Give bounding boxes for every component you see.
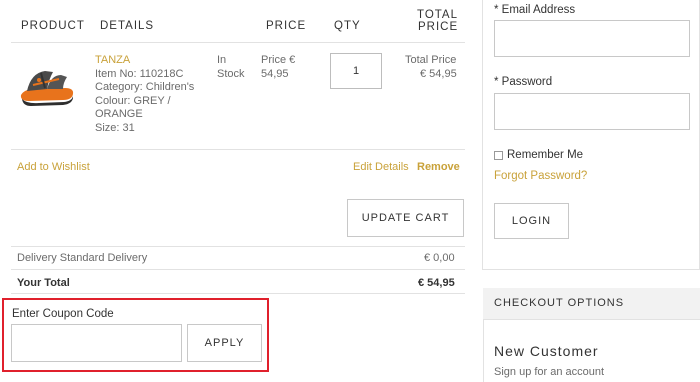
coupon-label: Enter Coupon Code: [12, 308, 114, 320]
header-divider: [11, 42, 465, 43]
apply-coupon-button[interactable]: APPLY: [187, 324, 262, 362]
email-field[interactable]: [494, 20, 690, 57]
update-cart-button[interactable]: UPDATE CART: [347, 199, 464, 237]
summary-divider-mid: [11, 269, 465, 270]
product-category: Category: Children's: [95, 81, 195, 93]
header-price: PRICE: [266, 20, 307, 32]
product-name-link[interactable]: TANZA: [95, 54, 130, 68]
header-details: DETAILS: [100, 20, 155, 32]
product-size: Size: 31: [95, 122, 135, 134]
remember-me-label[interactable]: Remember Me: [507, 149, 583, 161]
remove-link[interactable]: Remove: [417, 161, 460, 173]
header-total-line1: TOTAL: [417, 9, 458, 21]
new-customer-heading: New Customer: [494, 343, 599, 359]
stock-status-line1: In: [217, 54, 227, 66]
unit-price-line2: 54,95: [261, 68, 289, 80]
summary-divider-bottom: [11, 293, 465, 294]
coupon-code-input[interactable]: [11, 324, 182, 362]
total-label: Your Total: [17, 277, 70, 289]
password-label: * Password: [494, 76, 553, 88]
signup-text: Sign up for an account: [494, 366, 605, 378]
product-item-no: Item No: 110218C: [95, 68, 184, 80]
remember-me-checkbox[interactable]: [494, 151, 503, 160]
header-total-line2: PRICE: [418, 21, 459, 33]
header-qty: QTY: [334, 20, 361, 32]
checkout-options-title: CHECKOUT OPTIONS: [494, 297, 625, 309]
quantity-input[interactable]: 1: [330, 53, 382, 89]
edit-details-link[interactable]: Edit Details: [353, 161, 409, 173]
email-label: * Email Address: [494, 4, 576, 16]
sandal-product-image[interactable]: [17, 55, 77, 113]
forgot-password-link[interactable]: Forgot Password?: [494, 170, 587, 182]
sandal-icon: [17, 55, 77, 113]
product-colour-continued: ORANGE: [95, 108, 143, 120]
add-to-wishlist-link[interactable]: Add to Wishlist: [17, 161, 90, 173]
line-total-line1: Total Price: [405, 54, 457, 66]
delivery-value: € 0,00: [424, 252, 455, 264]
unit-price-line1: Price €: [261, 54, 296, 66]
login-button[interactable]: LOGIN: [494, 203, 569, 239]
line-total-line2: € 54,95: [420, 68, 457, 80]
delivery-label: Delivery Standard Delivery: [17, 252, 148, 264]
summary-divider-top: [11, 246, 465, 247]
row-divider: [11, 149, 465, 150]
product-colour: Colour: GREY /: [95, 95, 171, 107]
password-field[interactable]: [494, 93, 690, 130]
stock-status-line2: Stock: [217, 68, 245, 80]
header-product: PRODUCT: [21, 20, 85, 32]
total-value: € 54,95: [418, 277, 455, 289]
